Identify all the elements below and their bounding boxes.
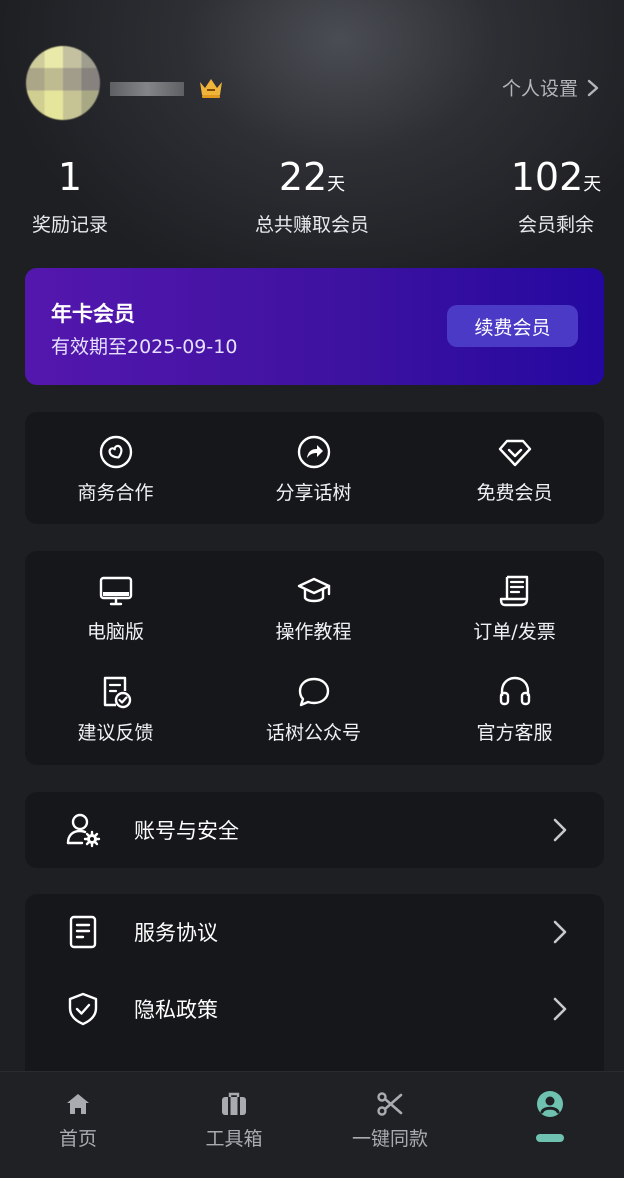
membership-expiry: 有效期至2025-09-10 (51, 336, 238, 358)
tool-desktop-version[interactable]: 电脑版 (19, 573, 212, 644)
account-security-label: 账号与安全 (134, 819, 239, 843)
account-panel: 账号与安全 (25, 792, 604, 868)
chevron-right-icon (553, 818, 567, 842)
stat-rewards[interactable]: 1 奖励记录 (0, 150, 170, 237)
stat-label: 总共赚取会员 (254, 214, 369, 236)
chevron-right-icon (587, 79, 599, 96)
tool-label: 订单/发票 (473, 621, 556, 643)
nav-label: 首页 (58, 1128, 97, 1150)
toolbox-icon (222, 1092, 246, 1115)
desktop-icon (99, 576, 132, 606)
service-agreement-row[interactable]: 服务协议 (25, 897, 604, 967)
receipt-icon (499, 575, 528, 607)
avatar[interactable] (26, 46, 100, 120)
service-agreement-label: 服务协议 (134, 921, 218, 945)
tool-label: 官方客服 (476, 722, 553, 744)
tools-panel: 电脑版 操作教程 订单/发票 建议反馈 话树公众号 官方客服 (25, 551, 604, 765)
stat-label: 奖励记录 (31, 214, 108, 236)
username-blurred (110, 82, 184, 96)
tool-label: 电脑版 (86, 621, 144, 643)
headset-icon (499, 676, 530, 706)
scissors-icon (377, 1092, 403, 1116)
diamond-icon (498, 439, 531, 467)
stat-membership-remaining[interactable]: 102天 会员剩余 (456, 150, 624, 237)
account-security-row[interactable]: 账号与安全 (25, 795, 604, 865)
quick-action-share[interactable]: 分享话树 (217, 434, 410, 505)
settings-link[interactable]: 个人设置 (502, 74, 600, 101)
tool-official-account[interactable]: 话树公众号 (217, 674, 410, 745)
bottom-nav: 首页 工具箱 一键同款 (0, 1071, 624, 1178)
quick-action-label: 商务合作 (77, 482, 154, 504)
stat-value: 1 (57, 155, 83, 199)
feedback-icon (103, 676, 131, 709)
nav-home[interactable]: 首页 (0, 1090, 156, 1151)
stat-unit: 天 (327, 174, 346, 195)
chat-bubble-icon (298, 677, 329, 707)
nav-label: 一键同款 (351, 1128, 428, 1150)
quick-action-label: 分享话树 (275, 482, 352, 504)
quick-actions-panel: 商务合作 分享话树 免费会员 (25, 412, 604, 524)
stat-unit: 天 (583, 174, 602, 195)
privacy-policy-row[interactable]: 隐私政策 (25, 974, 604, 1044)
user-gear-icon (66, 813, 101, 848)
chevron-right-icon (553, 997, 567, 1021)
stat-value: 22 (278, 155, 328, 199)
nav-profile[interactable] (472, 1090, 624, 1124)
chevron-right-icon (553, 920, 567, 944)
share-icon (297, 435, 330, 469)
crown-icon (200, 79, 222, 98)
tool-label: 话树公众号 (265, 722, 361, 744)
nav-one-click-same[interactable]: 一键同款 (312, 1090, 468, 1151)
nav-toolbox[interactable]: 工具箱 (156, 1090, 312, 1151)
tool-label: 建议反馈 (77, 722, 154, 744)
tool-tutorial[interactable]: 操作教程 (217, 573, 410, 644)
home-icon (67, 1094, 89, 1114)
quick-action-label: 免费会员 (476, 482, 553, 504)
membership-title: 年卡会员 (51, 302, 135, 326)
renew-membership-button[interactable]: 续费会员 (447, 305, 578, 347)
document-icon (69, 915, 97, 949)
profile-icon (537, 1091, 563, 1117)
tool-orders-invoices[interactable]: 订单/发票 (418, 573, 611, 644)
tool-label: 操作教程 (275, 621, 352, 643)
graduation-cap-icon (297, 577, 330, 603)
nav-label: 工具箱 (205, 1128, 263, 1150)
quick-action-free-membership[interactable]: 免费会员 (418, 434, 611, 505)
nav-active-indicator (536, 1134, 564, 1142)
stat-label: 会员剩余 (517, 214, 594, 236)
stat-value: 102 (510, 155, 584, 199)
legal-panel: 服务协议 隐私政策 (25, 894, 604, 1084)
shield-check-icon (68, 992, 98, 1026)
heart-circle-icon (99, 435, 132, 469)
tool-feedback[interactable]: 建议反馈 (19, 674, 212, 745)
membership-card: 年卡会员 有效期至2025-09-10 续费会员 (25, 268, 604, 385)
tool-customer-service[interactable]: 官方客服 (418, 674, 611, 745)
settings-label: 个人设置 (501, 78, 578, 100)
quick-action-business[interactable]: 商务合作 (19, 434, 212, 505)
stat-earned-membership[interactable]: 22天 总共赚取会员 (212, 150, 412, 237)
privacy-policy-label: 隐私政策 (134, 998, 218, 1022)
